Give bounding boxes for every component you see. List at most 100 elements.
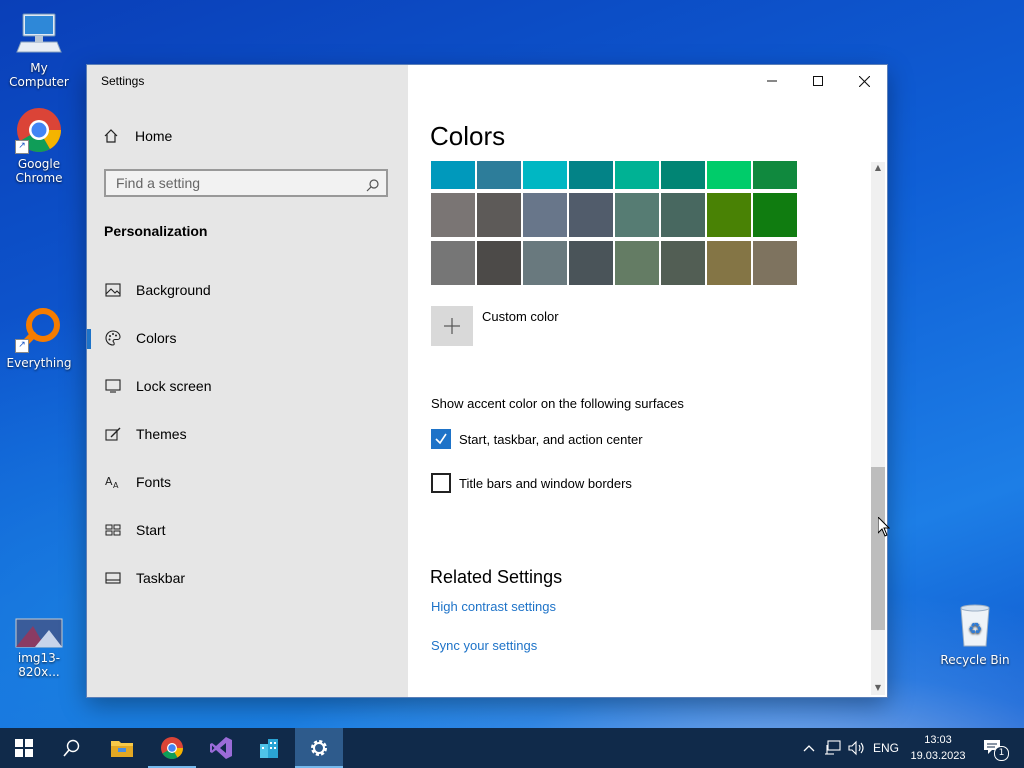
start-button[interactable] bbox=[0, 728, 48, 768]
desktop-icon-everything[interactable]: ↗ Everything bbox=[0, 305, 78, 370]
visual-studio-icon bbox=[210, 737, 232, 759]
maximize-icon bbox=[813, 76, 823, 86]
taskbar-settings[interactable] bbox=[295, 728, 343, 768]
color-swatch[interactable] bbox=[569, 193, 613, 237]
color-swatch[interactable] bbox=[753, 193, 797, 237]
sidebar-item-lock-screen[interactable]: Lock screen bbox=[87, 366, 408, 406]
color-swatch[interactable] bbox=[753, 241, 797, 285]
color-swatch[interactable] bbox=[523, 161, 567, 189]
color-swatch[interactable] bbox=[569, 161, 613, 189]
color-swatch[interactable] bbox=[661, 241, 705, 285]
close-icon bbox=[858, 75, 870, 87]
sidebar-item-start[interactable]: Start bbox=[87, 510, 408, 550]
desktop-icon-my-computer[interactable]: My Computer bbox=[0, 10, 78, 89]
color-swatch[interactable] bbox=[431, 241, 475, 285]
sidebar-item-themes[interactable]: Themes bbox=[87, 414, 408, 454]
color-swatch[interactable] bbox=[477, 193, 521, 237]
sidebar-item-taskbar[interactable]: Taskbar bbox=[87, 558, 408, 598]
color-swatch[interactable] bbox=[523, 193, 567, 237]
svg-text:A: A bbox=[105, 475, 113, 488]
close-button[interactable] bbox=[841, 65, 887, 97]
color-swatch[interactable] bbox=[707, 241, 751, 285]
palette-icon bbox=[104, 329, 122, 347]
checkmark-icon bbox=[435, 433, 447, 445]
desktop-icon-label: Google Chrome bbox=[15, 157, 63, 185]
color-swatch[interactable] bbox=[707, 161, 751, 189]
color-swatch[interactable] bbox=[707, 193, 751, 237]
high-contrast-settings-link[interactable]: High contrast settings bbox=[431, 599, 556, 614]
clock[interactable]: 13:03 19.03.2023 bbox=[902, 732, 974, 764]
custom-color-button[interactable] bbox=[431, 306, 473, 346]
language-indicator[interactable]: ENG bbox=[870, 728, 902, 768]
settings-content: Colors Custom color Show accent color on… bbox=[408, 65, 887, 697]
gear-icon bbox=[311, 740, 327, 756]
mouse-cursor-icon bbox=[877, 515, 891, 541]
desktop-icon-google-chrome[interactable]: ↗ Google Chrome bbox=[0, 106, 78, 185]
sidebar-item-label: Fonts bbox=[136, 474, 172, 490]
section-heading: Personalization bbox=[104, 223, 208, 239]
custom-color-label: Custom color bbox=[482, 309, 559, 324]
shortcut-arrow-icon: ↗ bbox=[15, 339, 29, 353]
settings-window: Settings Home Personalization Background bbox=[87, 65, 887, 697]
scroll-down-arrow-icon[interactable]: ▼ bbox=[871, 682, 885, 694]
taskbar-app-buildings[interactable] bbox=[246, 728, 294, 768]
home-nav-item[interactable]: Home bbox=[103, 128, 172, 144]
desktop-icon-label: Recycle Bin bbox=[940, 653, 1010, 667]
taskbar: ENG 13:03 19.03.2023 1 bbox=[0, 728, 1024, 768]
color-swatch[interactable] bbox=[661, 193, 705, 237]
notification-button[interactable]: 1 bbox=[978, 728, 1009, 768]
minimize-icon bbox=[767, 80, 777, 82]
search-icon bbox=[63, 739, 80, 757]
checkbox-unchecked[interactable] bbox=[431, 473, 451, 493]
brush-icon bbox=[104, 425, 122, 443]
desktop-icon-label: My Computer bbox=[9, 61, 69, 89]
scrollbar-thumb[interactable] bbox=[871, 467, 885, 630]
taskbar-file-explorer[interactable] bbox=[98, 728, 146, 768]
color-swatch[interactable] bbox=[661, 161, 705, 189]
checkbox-checked[interactable] bbox=[431, 429, 451, 449]
color-swatch[interactable] bbox=[431, 161, 475, 189]
desktop-icon-image-file[interactable]: img13-820x... bbox=[0, 618, 78, 679]
color-swatch[interactable] bbox=[753, 161, 797, 189]
related-settings-heading: Related Settings bbox=[430, 567, 563, 587]
chrome-icon: ↗ bbox=[15, 106, 63, 154]
color-swatch[interactable] bbox=[615, 241, 659, 285]
color-swatch[interactable] bbox=[615, 193, 659, 237]
chrome-icon bbox=[161, 737, 183, 759]
scroll-up-arrow-icon[interactable]: ▲ bbox=[871, 162, 885, 174]
maximize-button[interactable] bbox=[795, 65, 841, 97]
taskbar-visual-studio[interactable] bbox=[197, 728, 245, 768]
taskbar-icon bbox=[104, 569, 122, 587]
minimize-button[interactable] bbox=[749, 65, 795, 97]
folder-icon bbox=[111, 741, 133, 757]
color-swatch[interactable] bbox=[615, 161, 659, 189]
svg-text:♻: ♻ bbox=[968, 619, 982, 638]
volume-icon[interactable] bbox=[846, 728, 868, 768]
color-swatch[interactable] bbox=[431, 193, 475, 237]
tray-chevron-up-icon[interactable] bbox=[800, 728, 818, 768]
notification-icon: 1 bbox=[983, 739, 1009, 761]
checkbox-label: Start, taskbar, and action center bbox=[459, 431, 643, 447]
sidebar-item-colors[interactable]: Colors bbox=[87, 318, 408, 358]
recycle-bin-icon: ♻ bbox=[951, 602, 999, 650]
sidebar-item-background[interactable]: Background bbox=[87, 270, 408, 310]
sync-settings-link[interactable]: Sync your settings bbox=[431, 638, 537, 653]
sidebar-item-fonts[interactable]: AA Fonts bbox=[87, 462, 408, 502]
color-swatch[interactable] bbox=[569, 241, 613, 285]
taskbar-search-button[interactable] bbox=[48, 728, 96, 768]
sidebar-item-label: Start bbox=[136, 522, 166, 538]
desktop-icon-recycle-bin[interactable]: ♻ Recycle Bin bbox=[936, 602, 1014, 667]
color-swatch[interactable] bbox=[477, 241, 521, 285]
taskbar-chrome[interactable] bbox=[148, 728, 196, 768]
home-icon bbox=[103, 128, 121, 144]
color-swatch[interactable] bbox=[477, 161, 521, 189]
search-input[interactable] bbox=[106, 171, 356, 195]
color-swatch[interactable] bbox=[523, 241, 567, 285]
sidebar-item-label: Themes bbox=[136, 426, 187, 442]
checkbox-start-taskbar[interactable]: Start, taskbar, and action center bbox=[431, 429, 643, 449]
network-icon[interactable] bbox=[822, 728, 844, 768]
desktop-icon-label: Everything bbox=[6, 356, 72, 370]
checkbox-title-bars[interactable]: Title bars and window borders bbox=[431, 473, 632, 493]
clock-time: 13:03 bbox=[924, 734, 952, 746]
search-box[interactable] bbox=[104, 169, 388, 197]
